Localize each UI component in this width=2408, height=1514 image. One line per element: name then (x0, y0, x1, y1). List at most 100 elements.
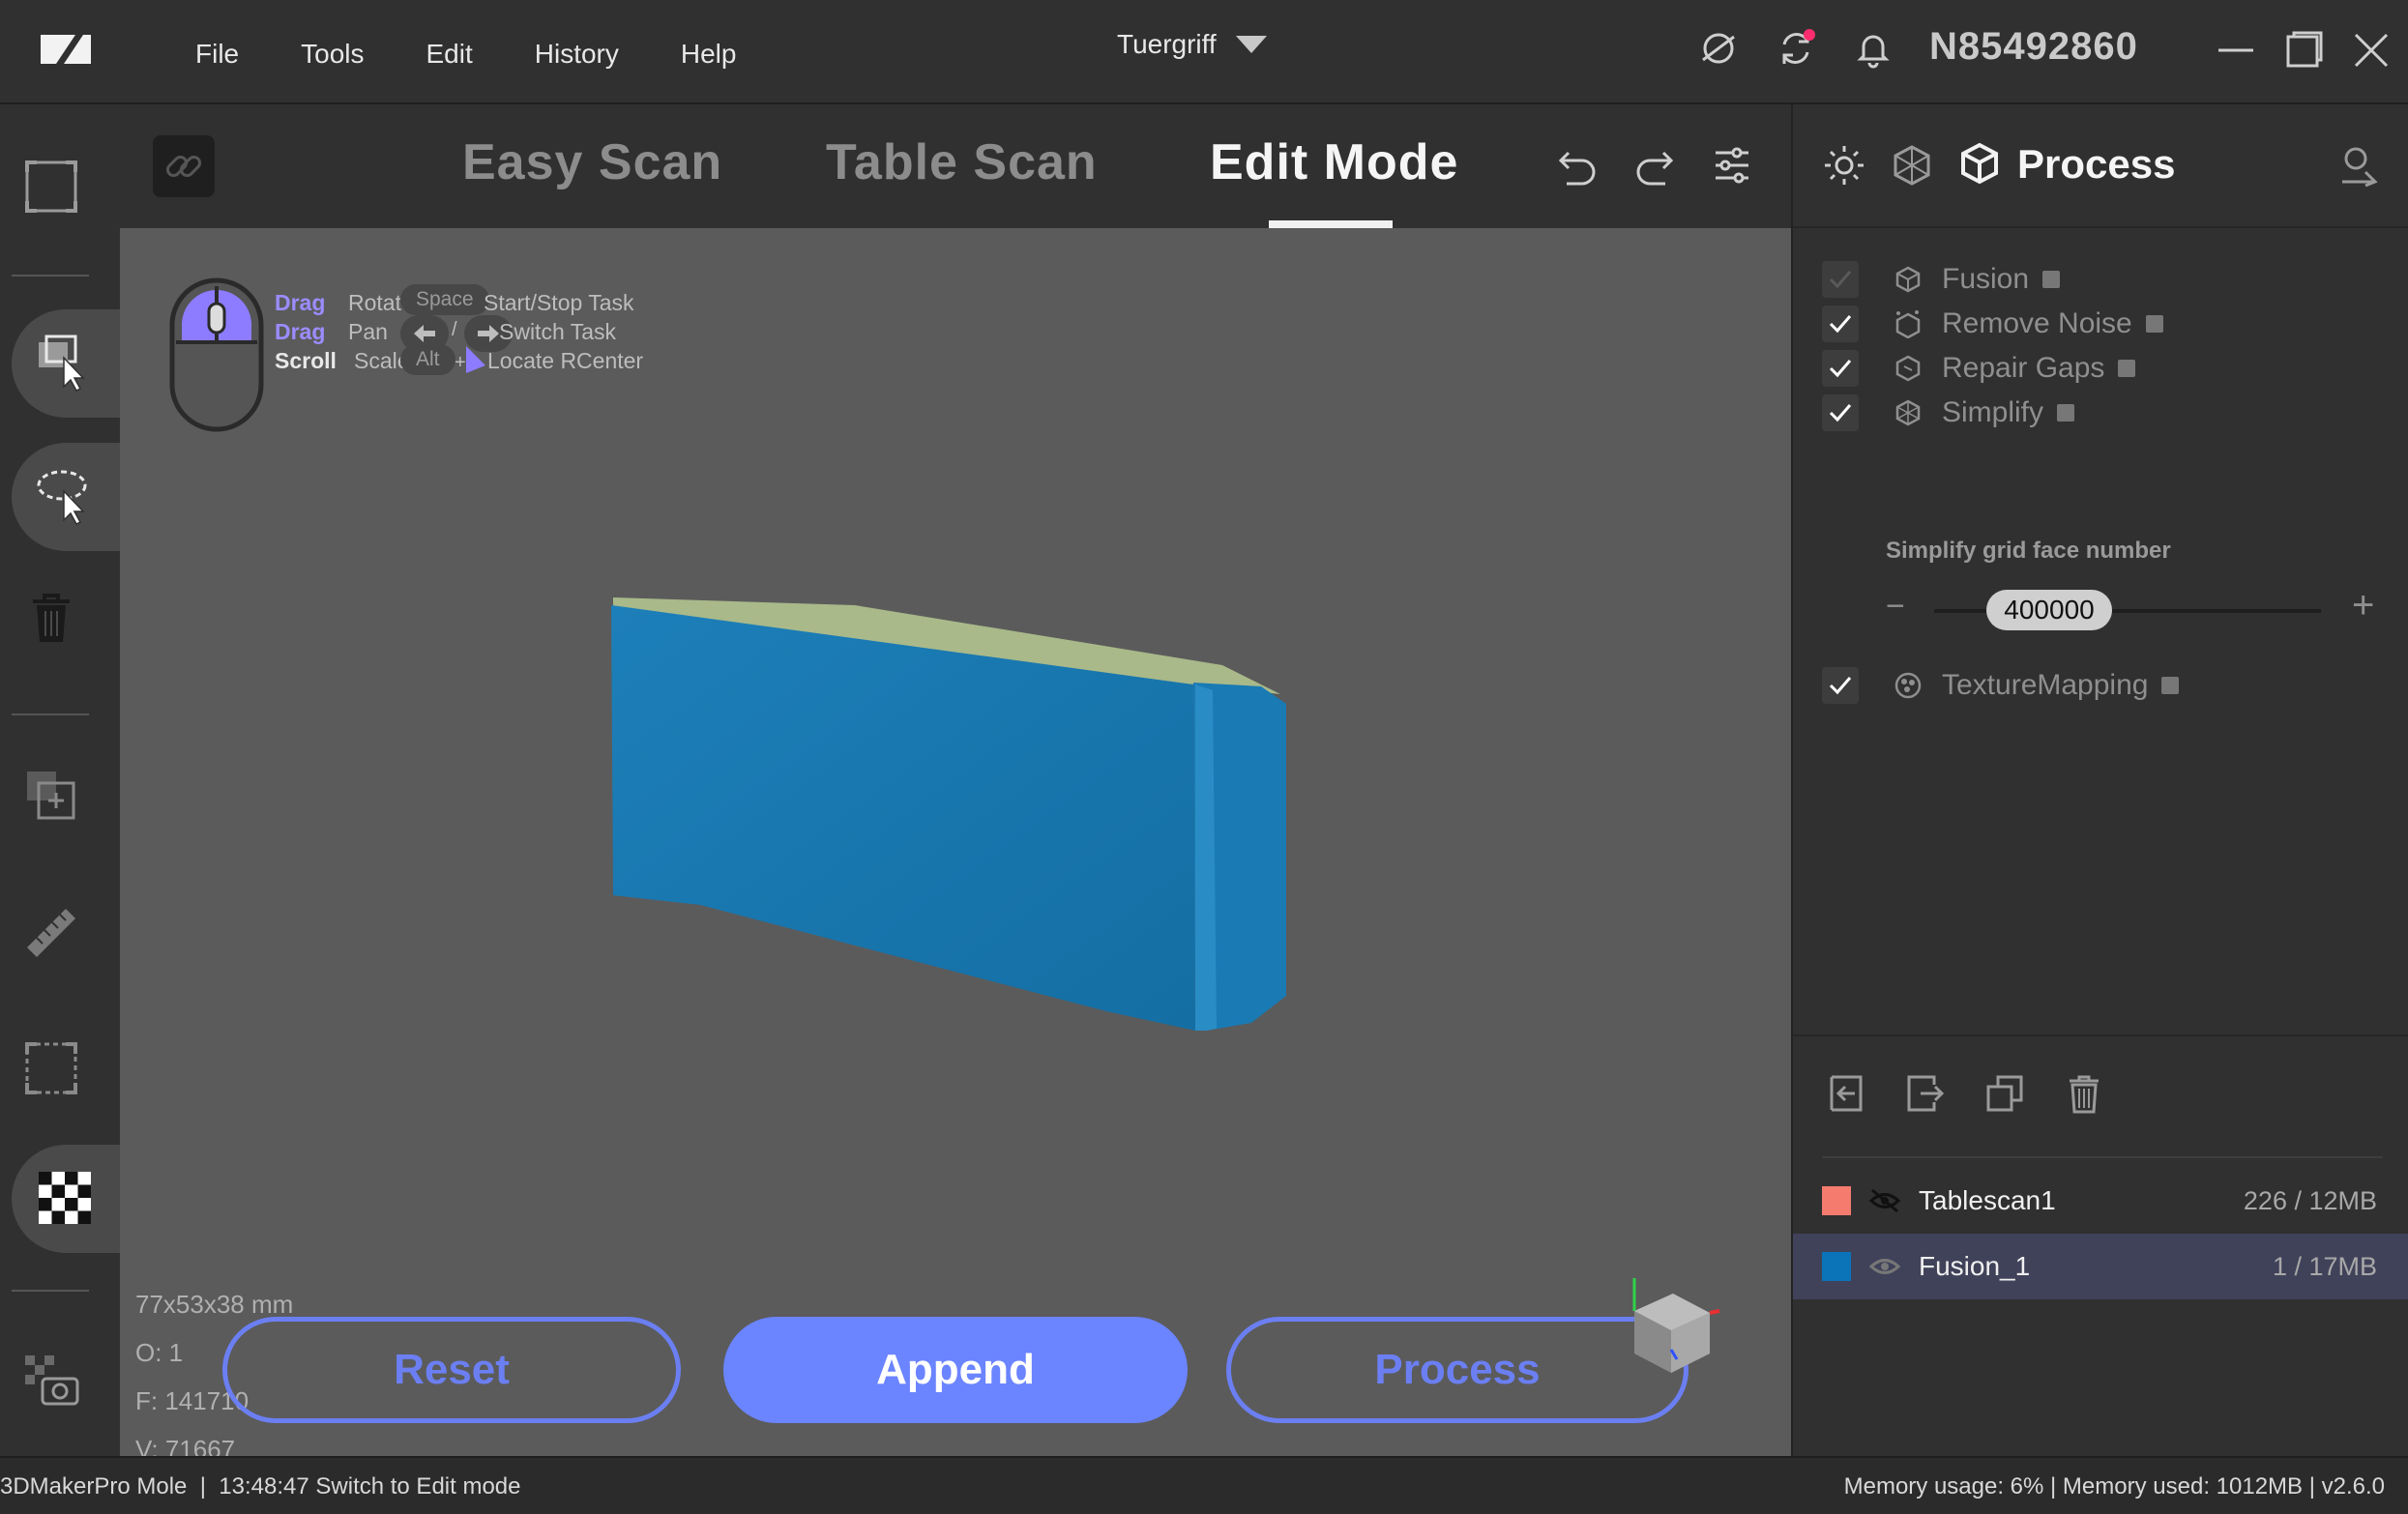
info-note-icon (2118, 360, 2136, 377)
step-repair-gaps-label: Repair Gaps (1942, 352, 2105, 384)
cube-process-icon (1961, 142, 1998, 185)
reset-button[interactable]: Reset (222, 1317, 681, 1423)
left-toolbar (0, 104, 120, 1456)
checker-texture-icon[interactable] (35, 1168, 95, 1228)
menu-edit[interactable]: Edit (396, 35, 504, 73)
hint-drag-pan-key: Drag (275, 319, 326, 344)
step-simplify[interactable]: Simplify (1822, 394, 2075, 431)
repair-gaps-icon (1895, 355, 1921, 382)
process-panel-header: Process (1793, 104, 2408, 228)
menu-tools[interactable]: Tools (270, 35, 395, 73)
texture-mapping-icon (1894, 672, 1922, 699)
edit-actions (1555, 143, 1754, 188)
link-icon (165, 155, 202, 178)
ruler-icon[interactable] (21, 903, 81, 963)
eye-hidden-icon[interactable] (1868, 1186, 1901, 1215)
step-fusion-label: Fusion (1942, 263, 2030, 295)
hint-switch-task: Switch Task (499, 319, 617, 344)
hint-pan: Pan (348, 319, 388, 344)
increase-button[interactable]: + (2352, 584, 2374, 627)
panel-divider (1793, 1034, 2408, 1036)
slider-value-handle[interactable]: 400000 (1986, 590, 2112, 630)
3d-viewport[interactable]: Drag Rotate Drag Pan Scroll Scale Space … (120, 228, 1791, 1464)
link-button[interactable] (153, 135, 215, 197)
info-note-icon (2057, 404, 2075, 422)
title-bar: File Tools Edit History Help Tuergriff N… (0, 0, 2408, 104)
import-icon[interactable] (1826, 1073, 1866, 1114)
mesh-icon[interactable] (1890, 143, 1934, 188)
scan-mesh-model[interactable] (584, 576, 1416, 1031)
step-fusion[interactable]: Fusion (1822, 261, 2061, 298)
undo-icon[interactable] (1555, 143, 1600, 188)
layer-color-swatch[interactable] (1822, 1186, 1851, 1215)
export-scan-icon[interactable] (2336, 143, 2381, 188)
crop-frame-icon[interactable] (21, 1038, 81, 1098)
layer-size: 226 / 12MB (2243, 1185, 2377, 1215)
step-remove-noise[interactable]: Remove Noise (1822, 306, 2163, 342)
active-tab-indicator (1269, 220, 1393, 228)
navigation-cube-icon[interactable] (1619, 1272, 1725, 1379)
rectangle-select-icon[interactable] (35, 333, 95, 393)
layer-color-swatch[interactable] (1822, 1252, 1851, 1281)
simplify-face-number-label: Simplify grid face number (1886, 538, 2171, 564)
fusion-icon (1895, 266, 1921, 293)
process-panel: Process Fusion Remove Noise Repair Gaps … (1791, 104, 2408, 1456)
lasso-select-icon[interactable] (35, 466, 95, 526)
settings-sliders-icon[interactable] (1710, 143, 1754, 188)
tab-easy-scan[interactable]: Easy Scan (462, 133, 722, 191)
sun-icon[interactable] (1822, 143, 1866, 188)
check-icon (1829, 360, 1852, 378)
step-fusion-checkbox[interactable] (1822, 261, 1859, 298)
maximize-icon[interactable] (2282, 29, 2325, 72)
step-texture-mapping-label: TextureMapping (1942, 669, 2149, 701)
add-object-icon[interactable] (21, 766, 81, 826)
planet-icon[interactable] (1697, 27, 1740, 70)
export-icon[interactable] (1905, 1073, 1946, 1114)
simplify-icon (1895, 399, 1921, 426)
layer-row-tablescan1[interactable]: Tablescan1 226 / 12MB (1793, 1168, 2408, 1234)
mode-bar: Easy Scan Table Scan Edit Mode (120, 104, 1791, 228)
menu-help[interactable]: Help (650, 35, 768, 73)
toolbar-divider (12, 713, 89, 715)
layer-row-fusion-1[interactable]: Fusion_1 1 / 17MB (1793, 1234, 2408, 1299)
step-simplify-checkbox[interactable] (1822, 394, 1859, 431)
minimize-icon[interactable] (2215, 29, 2257, 72)
trash-icon[interactable] (21, 588, 81, 648)
eye-visible-icon[interactable] (1868, 1252, 1901, 1281)
space-keycap: Space (400, 284, 489, 315)
project-selector[interactable]: Tuergriff (1117, 29, 1267, 60)
alt-keycap: Alt (400, 344, 455, 375)
tab-table-scan[interactable]: Table Scan (826, 133, 1098, 191)
layer-size: 1 / 17MB (2272, 1251, 2377, 1281)
layer-name: Fusion_1 (1919, 1251, 2031, 1281)
step-texture-mapping-checkbox[interactable] (1822, 667, 1859, 704)
sync-icon[interactable] (1775, 27, 1817, 70)
menu-history[interactable]: History (504, 35, 650, 73)
step-remove-noise-label: Remove Noise (1942, 307, 2132, 339)
duplicate-icon[interactable] (1984, 1073, 2025, 1114)
append-button[interactable]: Append (723, 1317, 1188, 1423)
snapshot-camera-icon[interactable] (21, 1352, 81, 1412)
tab-edit-mode[interactable]: Edit Mode (1210, 133, 1458, 191)
hint-start-stop: Start/Stop Task (484, 290, 634, 315)
layer-list-divider (1822, 1156, 2383, 1158)
menu-file[interactable]: File (164, 35, 270, 73)
step-remove-noise-checkbox[interactable] (1822, 306, 1859, 342)
decrease-button[interactable]: − (1886, 588, 1905, 626)
info-note-icon (2042, 271, 2061, 288)
info-note-icon (2145, 315, 2163, 333)
step-repair-gaps[interactable]: Repair Gaps (1822, 350, 2136, 387)
bell-icon[interactable] (1852, 27, 1894, 70)
memory-status: Memory usage: 6% | Memory used: 1012MB |… (1843, 1473, 2385, 1499)
check-icon (1829, 271, 1852, 289)
check-icon (1829, 404, 1852, 422)
step-repair-gaps-checkbox[interactable] (1822, 350, 1859, 387)
frame-select-icon[interactable] (21, 157, 81, 217)
delete-layer-icon[interactable] (2064, 1073, 2104, 1114)
step-texture-mapping[interactable]: TextureMapping (1822, 667, 2180, 704)
window-controls (2215, 29, 2393, 72)
simplify-face-number-slider[interactable]: − 400000 + (1886, 580, 2389, 638)
toolbar-divider (12, 1290, 89, 1292)
close-icon[interactable] (2350, 29, 2393, 72)
redo-icon[interactable] (1632, 143, 1677, 188)
